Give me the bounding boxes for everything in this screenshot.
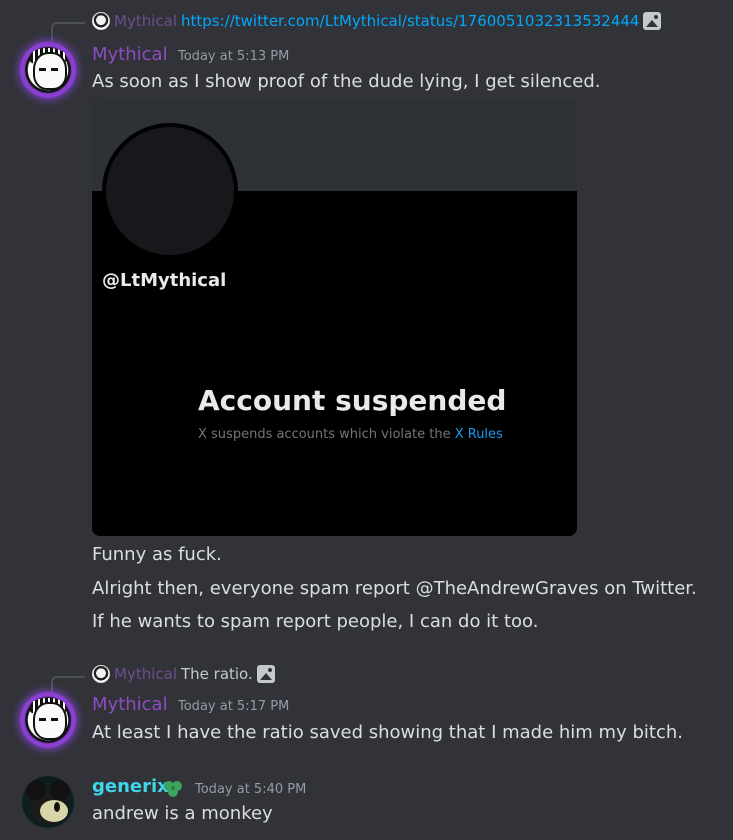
author-name[interactable]: Mythical bbox=[92, 44, 168, 65]
timestamp[interactable]: Today at 5:40 PM bbox=[195, 782, 306, 797]
reply-link[interactable]: https://twitter.com/LtMythical/status/17… bbox=[181, 12, 639, 30]
message-text: Alright then, everyone spam report @TheA… bbox=[92, 578, 697, 599]
message-text: andrew is a monkey bbox=[92, 803, 273, 824]
profile-picture bbox=[102, 123, 238, 259]
reply-spine bbox=[51, 676, 85, 694]
reply-preview[interactable]: Mythical https://twitter.com/LtMythical/… bbox=[92, 12, 662, 30]
reply-text[interactable]: The ratio. bbox=[181, 665, 253, 683]
image-icon bbox=[256, 665, 275, 683]
message-text: At least I have the ratio saved showing … bbox=[92, 722, 683, 743]
embed-handle: @LtMythical bbox=[102, 270, 227, 291]
reply-author[interactable]: Mythical bbox=[114, 665, 177, 683]
timestamp[interactable]: Today at 5:13 PM bbox=[178, 49, 289, 64]
reply-avatar bbox=[92, 12, 110, 30]
embed-subtitle-text: X suspends accounts which violate the bbox=[198, 427, 455, 442]
tweet-image-embed[interactable]: @LtMythical Account suspended X suspends… bbox=[92, 99, 577, 536]
author-name[interactable]: Mythical bbox=[92, 694, 168, 715]
message-text: As soon as I show proof of the dude lyin… bbox=[92, 71, 601, 92]
reply-preview[interactable]: Mythical The ratio. bbox=[92, 665, 275, 683]
message-text: Funny as fuck. bbox=[92, 544, 222, 565]
embed-title: Account suspended bbox=[198, 384, 507, 417]
message-text: If he wants to spam report people, I can… bbox=[92, 611, 539, 632]
reply-author[interactable]: Mythical bbox=[114, 12, 177, 30]
leaf-icon[interactable] bbox=[163, 779, 183, 799]
image-icon bbox=[643, 12, 662, 30]
timestamp[interactable]: Today at 5:17 PM bbox=[178, 699, 289, 714]
author-name[interactable]: generix bbox=[92, 776, 169, 797]
reply-spine bbox=[51, 22, 85, 42]
avatar[interactable] bbox=[20, 692, 76, 748]
avatar[interactable] bbox=[22, 776, 74, 828]
x-rules-link[interactable]: X Rules bbox=[455, 427, 503, 442]
avatar[interactable] bbox=[20, 42, 76, 98]
reply-avatar bbox=[92, 665, 110, 683]
embed-subtitle: X suspends accounts which violate the X … bbox=[198, 427, 503, 442]
